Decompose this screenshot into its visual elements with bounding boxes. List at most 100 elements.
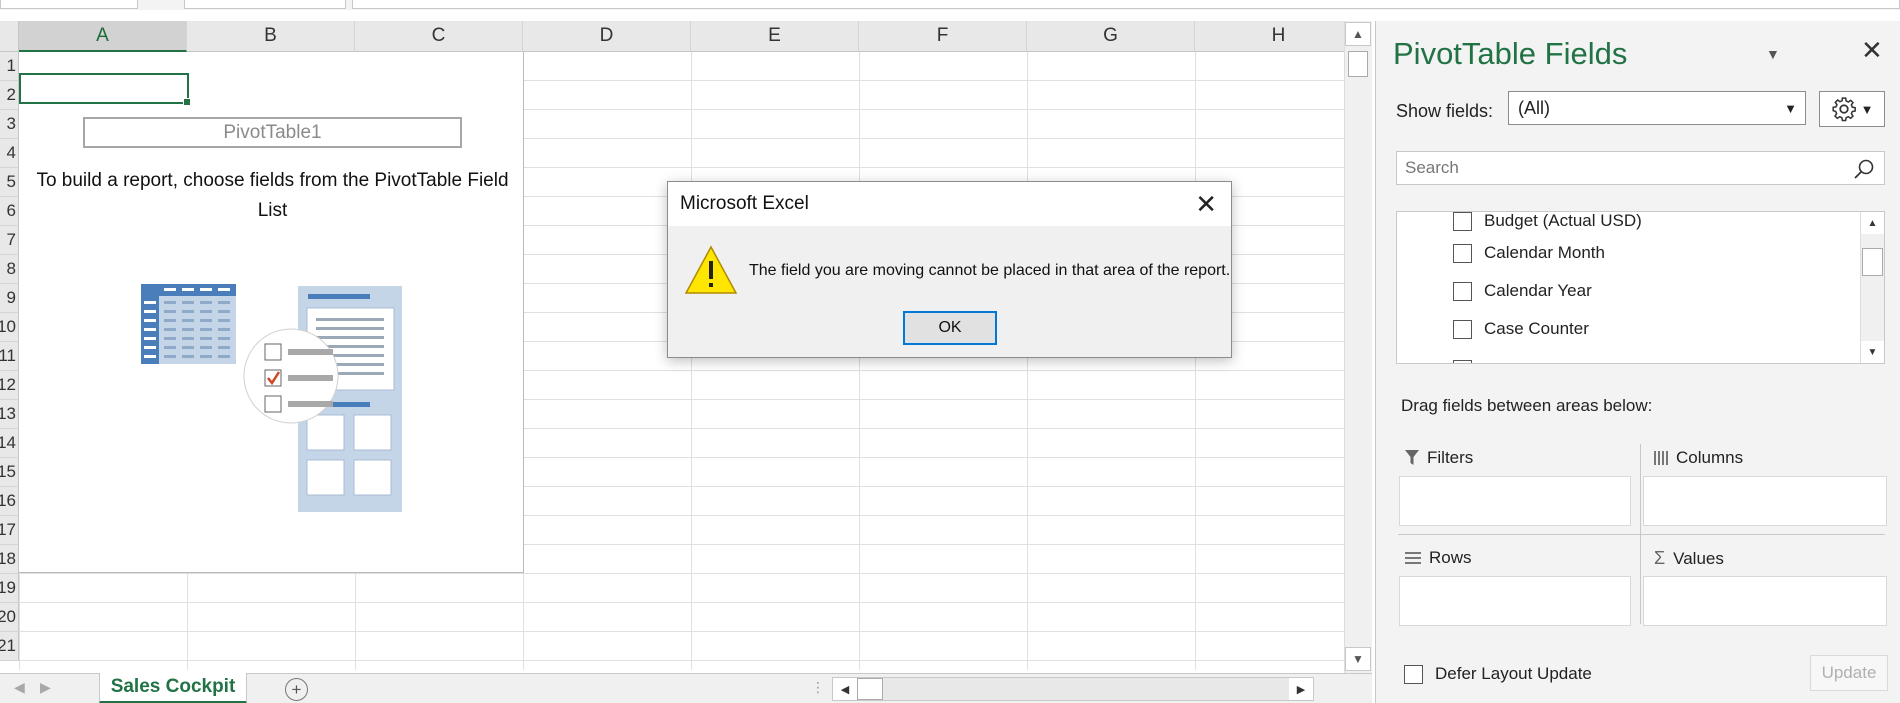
- column-header[interactable]: D: [523, 21, 691, 52]
- rows-area-label: Rows: [1405, 548, 1472, 568]
- defer-layout-label: Defer Layout Update: [1435, 664, 1592, 683]
- column-header[interactable]: A: [19, 21, 187, 52]
- columns-area-label: Columns: [1654, 448, 1743, 468]
- field-item[interactable]: Budget (Actual USD): [1453, 212, 1642, 234]
- sheet-tab-bar: ◀ ▶ Sales Cockpit + ⋮ ◀ ▶: [0, 673, 1372, 703]
- row-header[interactable]: 11: [0, 342, 19, 371]
- pivot-table-name: PivotTable1: [83, 117, 462, 148]
- row-header[interactable]: 3: [0, 110, 19, 139]
- checkbox[interactable]: [1453, 319, 1472, 339]
- dialog-message: The field you are moving cannot be place…: [749, 262, 1231, 279]
- columns-drop-area[interactable]: [1643, 476, 1887, 526]
- checkbox[interactable]: [1453, 359, 1472, 363]
- tab-split-handle-icon[interactable]: ⋮: [811, 679, 825, 696]
- active-cell-a1[interactable]: [19, 73, 191, 106]
- field-list-scrollbar[interactable]: ▲ ▼: [1860, 212, 1884, 363]
- scroll-right-arrow-icon[interactable]: ▶: [1289, 678, 1313, 700]
- panel-title: PivotTable Fields: [1393, 36, 1628, 71]
- sigma-icon: Σ: [1654, 548, 1666, 568]
- filters-drop-area[interactable]: [1399, 476, 1631, 526]
- defer-layout-option[interactable]: Defer Layout Update: [1404, 664, 1592, 684]
- gear-chevron-icon: ▼: [1860, 101, 1874, 117]
- drag-fields-label: Drag fields between areas below:: [1401, 396, 1653, 415]
- row-header[interactable]: 7: [0, 226, 19, 255]
- select-all-corner[interactable]: [0, 21, 19, 52]
- pivot-fields-pane: PivotTable Fields ▼ ✕ Show fields: (All)…: [1375, 21, 1900, 703]
- row-header[interactable]: 1: [0, 52, 19, 81]
- field-item[interactable]: Case Counter: [1453, 316, 1589, 342]
- pane-close-icon[interactable]: ✕: [1861, 35, 1883, 66]
- ok-button[interactable]: OK: [903, 311, 997, 345]
- field-search-input[interactable]: Search: [1396, 151, 1885, 185]
- search-placeholder: Search: [1405, 158, 1459, 177]
- warning-icon: [684, 245, 738, 294]
- chevron-down-icon: ▼: [1784, 101, 1797, 116]
- next-sheet-arrow-icon[interactable]: ▶: [40, 679, 51, 696]
- formula-tools[interactable]: [184, 0, 346, 9]
- row-header[interactable]: 10: [0, 313, 19, 342]
- filter-icon: [1405, 450, 1419, 465]
- pane-options-dropdown-icon[interactable]: ▼: [1766, 46, 1780, 62]
- checkbox[interactable]: [1453, 281, 1472, 301]
- values-drop-area[interactable]: [1643, 576, 1887, 626]
- row-header[interactable]: 17: [0, 516, 19, 545]
- scroll-down-arrow-icon[interactable]: ▼: [1861, 341, 1884, 363]
- field-item-partial[interactable]: [1453, 356, 1484, 363]
- filters-area-label: Filters: [1405, 448, 1473, 468]
- sheet-tab-sales-cockpit[interactable]: Sales Cockpit: [99, 673, 247, 703]
- scroll-down-arrow-icon[interactable]: ▼: [1345, 647, 1371, 671]
- field-list-scroll-thumb[interactable]: [1862, 248, 1883, 276]
- columns-icon: [1654, 451, 1668, 465]
- vertical-scrollbar[interactable]: ▲ ▼: [1344, 21, 1372, 673]
- column-header[interactable]: H: [1195, 21, 1346, 52]
- tools-button[interactable]: ▼: [1819, 91, 1885, 127]
- values-area-label: Σ Values: [1654, 548, 1724, 568]
- update-button[interactable]: Update: [1810, 655, 1888, 691]
- gear-icon: [1831, 97, 1856, 122]
- column-header[interactable]: F: [859, 21, 1027, 52]
- row-header[interactable]: 13: [0, 400, 19, 429]
- column-header[interactable]: G: [1027, 21, 1195, 52]
- field-list[interactable]: Budget (Actual USD) Calendar Month Calen…: [1396, 211, 1885, 364]
- checkbox[interactable]: [1453, 212, 1472, 231]
- scroll-up-arrow-icon[interactable]: ▲: [1861, 212, 1884, 234]
- row-header[interactable]: 6: [0, 197, 19, 226]
- dialog-titlebar: Microsoft Excel ✕: [668, 182, 1231, 226]
- row-header[interactable]: 2: [0, 81, 19, 110]
- row-header[interactable]: 12: [0, 371, 19, 400]
- checkbox[interactable]: [1453, 243, 1472, 263]
- name-box[interactable]: [0, 0, 138, 9]
- show-fields-label: Show fields:: [1396, 101, 1494, 121]
- pivot-instructions: To build a report, choose fields from th…: [36, 170, 509, 221]
- defer-layout-checkbox[interactable]: [1404, 664, 1423, 684]
- prev-sheet-arrow-icon[interactable]: ◀: [14, 679, 25, 696]
- horizontal-scrollbar[interactable]: ◀ ▶: [832, 677, 1314, 701]
- row-header[interactable]: 18: [0, 545, 19, 574]
- row-header[interactable]: 21: [0, 632, 19, 661]
- close-icon[interactable]: ✕: [1195, 191, 1217, 217]
- column-header[interactable]: B: [187, 21, 355, 52]
- scroll-left-arrow-icon[interactable]: ◀: [833, 678, 857, 700]
- row-header[interactable]: 5: [0, 168, 19, 197]
- row-header[interactable]: 19: [0, 574, 19, 603]
- row-header[interactable]: 8: [0, 255, 19, 284]
- row-header[interactable]: 4: [0, 139, 19, 168]
- show-fields-select[interactable]: (All) ▼: [1508, 91, 1806, 125]
- row-header[interactable]: 20: [0, 603, 19, 632]
- show-fields-value: (All): [1518, 97, 1550, 118]
- add-sheet-button[interactable]: +: [285, 678, 308, 701]
- row-header[interactable]: 16: [0, 487, 19, 516]
- column-header[interactable]: E: [691, 21, 859, 52]
- vertical-scroll-thumb[interactable]: [1348, 51, 1368, 77]
- formula-input[interactable]: [352, 0, 1900, 9]
- row-header[interactable]: 9: [0, 284, 19, 313]
- row-header[interactable]: 14: [0, 429, 19, 458]
- rows-drop-area[interactable]: [1399, 576, 1631, 626]
- column-header[interactable]: C: [355, 21, 523, 52]
- field-item[interactable]: Calendar Month: [1453, 240, 1605, 266]
- field-item[interactable]: Calendar Year: [1453, 278, 1592, 304]
- horizontal-scroll-thumb[interactable]: [857, 678, 883, 700]
- row-header[interactable]: 15: [0, 458, 19, 487]
- scroll-up-arrow-icon[interactable]: ▲: [1345, 22, 1371, 46]
- rows-icon: [1405, 552, 1421, 564]
